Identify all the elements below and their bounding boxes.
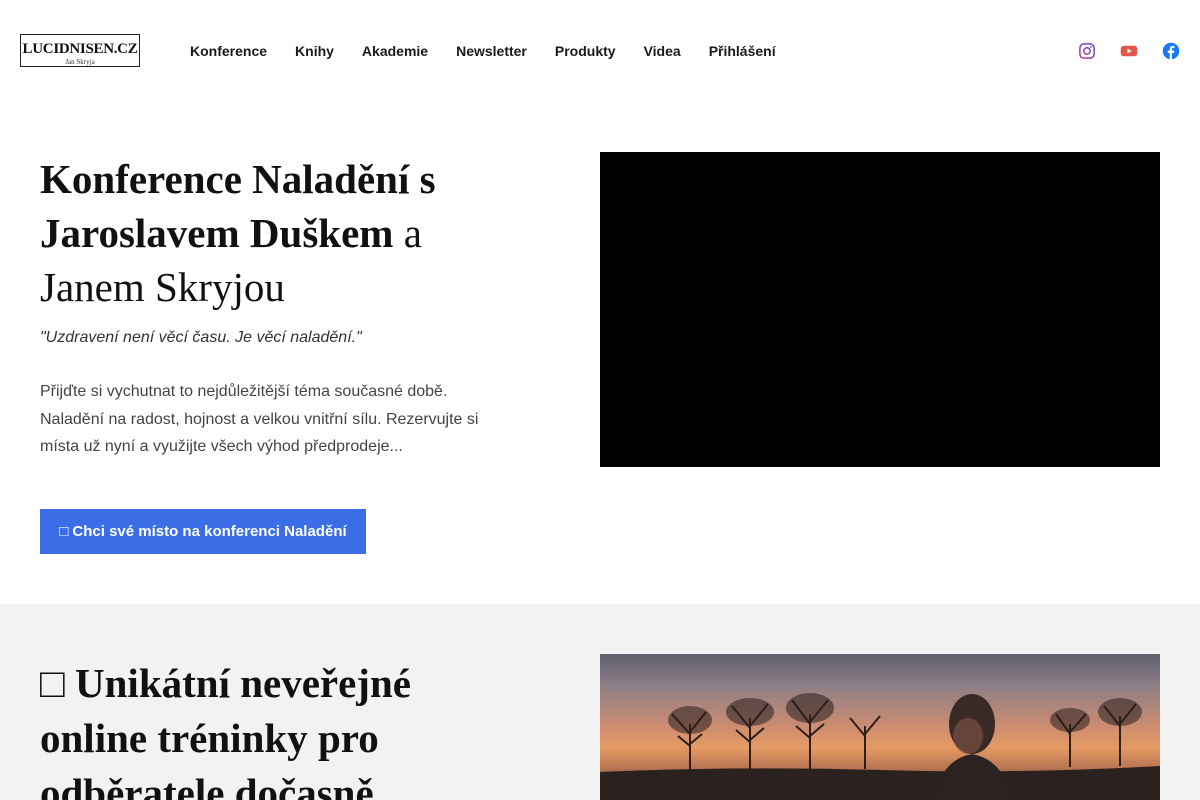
photo-silhouette: [600, 693, 1160, 800]
nav-item-konference[interactable]: Konference: [190, 43, 267, 59]
sunset-portrait-photo: [600, 654, 1160, 800]
hero-title: Konference Naladění s Jaroslavem Duškem …: [40, 152, 520, 314]
hero-description: Přijďte si vychutnat to nejdůležitější t…: [40, 383, 479, 455]
trainings-title: □ Unikátní neveřejné online tréninky pro…: [40, 656, 520, 800]
nav-item-akademie[interactable]: Akademie: [362, 43, 428, 59]
hero-title-bold: Konference Naladění s Jaroslavem Duškem: [40, 156, 436, 256]
ticket-icon: □: [59, 523, 69, 540]
youtube-icon[interactable]: [1120, 42, 1138, 60]
site-logo[interactable]: LUCIDNISEN.CZ Jan Skryja: [20, 34, 140, 67]
trainings-section: □ Unikátní neveřejné online tréninky pro…: [0, 604, 1200, 800]
sparkle-icon: □: [40, 660, 65, 706]
reserve-seat-label: Chci své místo na konferenci Naladění: [72, 523, 347, 540]
main-nav: Konference Knihy Akademie Newsletter Pro…: [190, 43, 776, 59]
nav-item-videa[interactable]: Videa: [644, 43, 681, 59]
instagram-icon[interactable]: [1078, 42, 1096, 60]
hero-quote: "Uzdravení není věcí času. Je věcí nalad…: [40, 329, 362, 346]
logo-title: LUCIDNISEN.CZ: [22, 41, 138, 57]
nav-item-knihy[interactable]: Knihy: [295, 43, 334, 59]
site-header: LUCIDNISEN.CZ Jan Skryja Konference Knih…: [0, 0, 1200, 102]
logo-subtitle: Jan Skryja: [65, 58, 95, 66]
facebook-icon[interactable]: [1162, 42, 1180, 60]
nav-item-prihlaseni[interactable]: Přihlášení: [709, 43, 776, 59]
nav-item-produkty[interactable]: Produkty: [555, 43, 616, 59]
video-player[interactable]: [600, 152, 1160, 467]
nav-item-newsletter[interactable]: Newsletter: [456, 43, 527, 59]
reserve-seat-button[interactable]: □ Chci své místo na konferenci Naladění: [40, 509, 366, 554]
